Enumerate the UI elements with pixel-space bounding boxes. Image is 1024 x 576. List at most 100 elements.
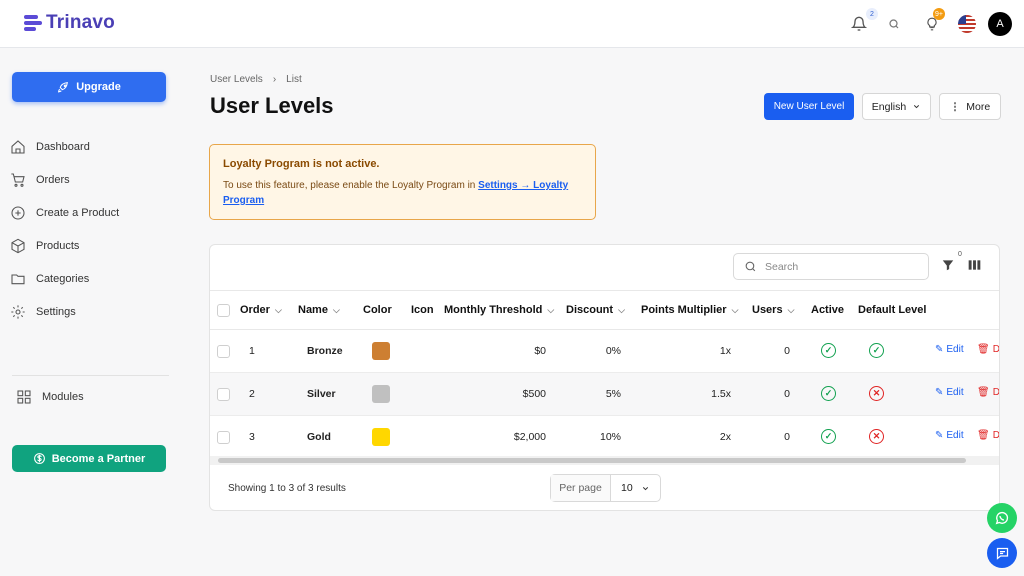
sidebar-item-categories[interactable]: Categories [10, 271, 89, 287]
check-circle-icon: ✓ [821, 429, 836, 444]
notifications-badge: 2 [866, 8, 878, 20]
chevron-down-icon: ⌵ [618, 304, 625, 315]
columns-toggle-button[interactable] [967, 258, 982, 275]
box-icon [11, 238, 25, 254]
edit-icon: ✎ [935, 344, 944, 355]
columns-icon [968, 260, 981, 270]
sidebar-item-label: Orders [36, 174, 70, 186]
trash-icon: 🗑 [977, 344, 990, 355]
chevron-down-icon: ⌵ [731, 304, 739, 315]
column-icon: Icon [411, 304, 434, 316]
edit-button[interactable]: ✎ Edit [935, 430, 964, 441]
sidebar-item-label: Settings [36, 306, 76, 318]
delete-label: De [992, 430, 1000, 441]
cell-multiplier: 1.5x [711, 388, 731, 400]
trash-icon: 🗑 [977, 430, 990, 441]
sidebar-item-settings[interactable]: Settings [10, 304, 76, 320]
sidebar-item-dashboard[interactable]: Dashboard [10, 139, 90, 155]
brand-logo[interactable]: Trinavo [24, 12, 115, 34]
cell-users: 0 [784, 431, 790, 443]
per-page-select[interactable]: Per page 10 [550, 474, 661, 502]
avatar[interactable]: A [988, 12, 1012, 36]
gear-icon [11, 305, 25, 319]
cell-threshold: $0 [534, 345, 546, 357]
edit-label: Edit [946, 344, 964, 355]
search-input[interactable]: Search [733, 253, 929, 280]
column-monthly-threshold[interactable]: Monthly Threshold ⌵ [444, 304, 554, 316]
cell-order: 2 [249, 388, 255, 400]
cell-order: 1 [249, 345, 255, 357]
column-label: Icon [411, 304, 434, 316]
tips-button[interactable]: 9+ [922, 8, 945, 34]
dollar-circle-icon [33, 453, 45, 464]
column-discount[interactable]: Discount ⌵ [566, 304, 625, 316]
sidebar-item-products[interactable]: Products [10, 238, 79, 254]
per-page-dropdown[interactable]: 10 [611, 475, 660, 501]
us-flag-icon[interactable] [958, 15, 976, 33]
column-active: Active [811, 304, 844, 316]
delete-button[interactable]: 🗑De [977, 430, 1000, 441]
row-checkbox[interactable] [217, 345, 230, 358]
sidebar: Upgrade Dashboard Orders Create a Produc… [0, 48, 180, 576]
new-user-level-button[interactable]: New User Level [764, 93, 854, 120]
breadcrumb: User Levels › List [210, 74, 302, 85]
notifications-button[interactable]: 2 [849, 8, 878, 34]
column-order[interactable]: Order ⌵ [240, 304, 282, 316]
per-page-value: 10 [621, 482, 633, 494]
row-checkbox[interactable] [217, 431, 230, 444]
column-points-multiplier[interactable]: Points Multiplier ⌵ [641, 304, 738, 316]
cell-name: Gold [307, 431, 331, 443]
select-all-checkbox[interactable] [217, 304, 230, 317]
whatsapp-button[interactable] [987, 503, 1017, 533]
edit-button[interactable]: ✎ Edit [935, 344, 964, 355]
cell-threshold: $2,000 [513, 431, 546, 443]
become-partner-button[interactable]: Become a Partner [12, 445, 166, 472]
color-swatch [372, 385, 390, 403]
search-icon [745, 261, 756, 272]
cell-discount: 5% [605, 388, 621, 400]
column-name[interactable]: Name ⌵ [298, 304, 340, 316]
more-button[interactable]: ⋮ More [939, 93, 1001, 120]
rocket-icon [58, 81, 69, 92]
edit-label: Edit [946, 387, 964, 398]
chevron-down-icon [642, 486, 649, 490]
sidebar-item-create-product[interactable]: Create a Product [10, 205, 119, 221]
filter-icon [942, 260, 954, 271]
table-row: 2 Silver $500 5% 1.5x 0 ✓ ✕ ✎Edit 🗑De [210, 373, 1000, 416]
breadcrumb-parent[interactable]: User Levels [210, 74, 263, 85]
sidebar-item-orders[interactable]: Orders [10, 172, 70, 188]
row-checkbox[interactable] [217, 388, 230, 401]
sidebar-item-modules[interactable]: Modules [16, 389, 84, 405]
column-users[interactable]: Users ⌵ [752, 304, 794, 316]
search-icon [889, 19, 899, 29]
sidebar-item-label: Products [36, 240, 80, 252]
delete-button[interactable]: 🗑De [977, 387, 1000, 398]
x-circle-icon: ✕ [869, 386, 884, 401]
breadcrumb-current: List [286, 74, 302, 85]
page-title: User Levels [210, 93, 334, 118]
trash-icon: 🗑 [977, 387, 990, 398]
cell-threshold: $500 [522, 388, 546, 400]
column-label: Name [298, 304, 328, 316]
delete-label: De [992, 387, 1000, 398]
filter-button[interactable]: 0 [941, 251, 962, 275]
sidebar-item-label: Modules [42, 391, 84, 403]
top-bar: Trinavo 2 9+ A [0, 0, 1024, 48]
edit-button[interactable]: ✎ Edit [935, 387, 964, 398]
horizontal-scrollbar[interactable] [218, 458, 966, 463]
cell-multiplier: 1x [719, 345, 731, 357]
check-circle-icon: ✓ [869, 343, 884, 358]
column-label: Points Multiplier [641, 304, 727, 316]
upgrade-button[interactable]: Upgrade [12, 72, 166, 102]
language-select[interactable]: English [862, 93, 931, 120]
search-button[interactable] [884, 14, 904, 34]
chevron-down-icon [914, 105, 920, 109]
color-swatch [372, 428, 390, 446]
alert-body: To use this feature, please enable the L… [223, 178, 582, 208]
column-color: Color [363, 304, 392, 316]
whatsapp-icon [995, 511, 1009, 525]
chat-icon [996, 547, 1008, 560]
plus-circle-icon [11, 206, 25, 220]
delete-button[interactable]: 🗑De [977, 344, 999, 355]
chat-button[interactable] [987, 538, 1017, 568]
